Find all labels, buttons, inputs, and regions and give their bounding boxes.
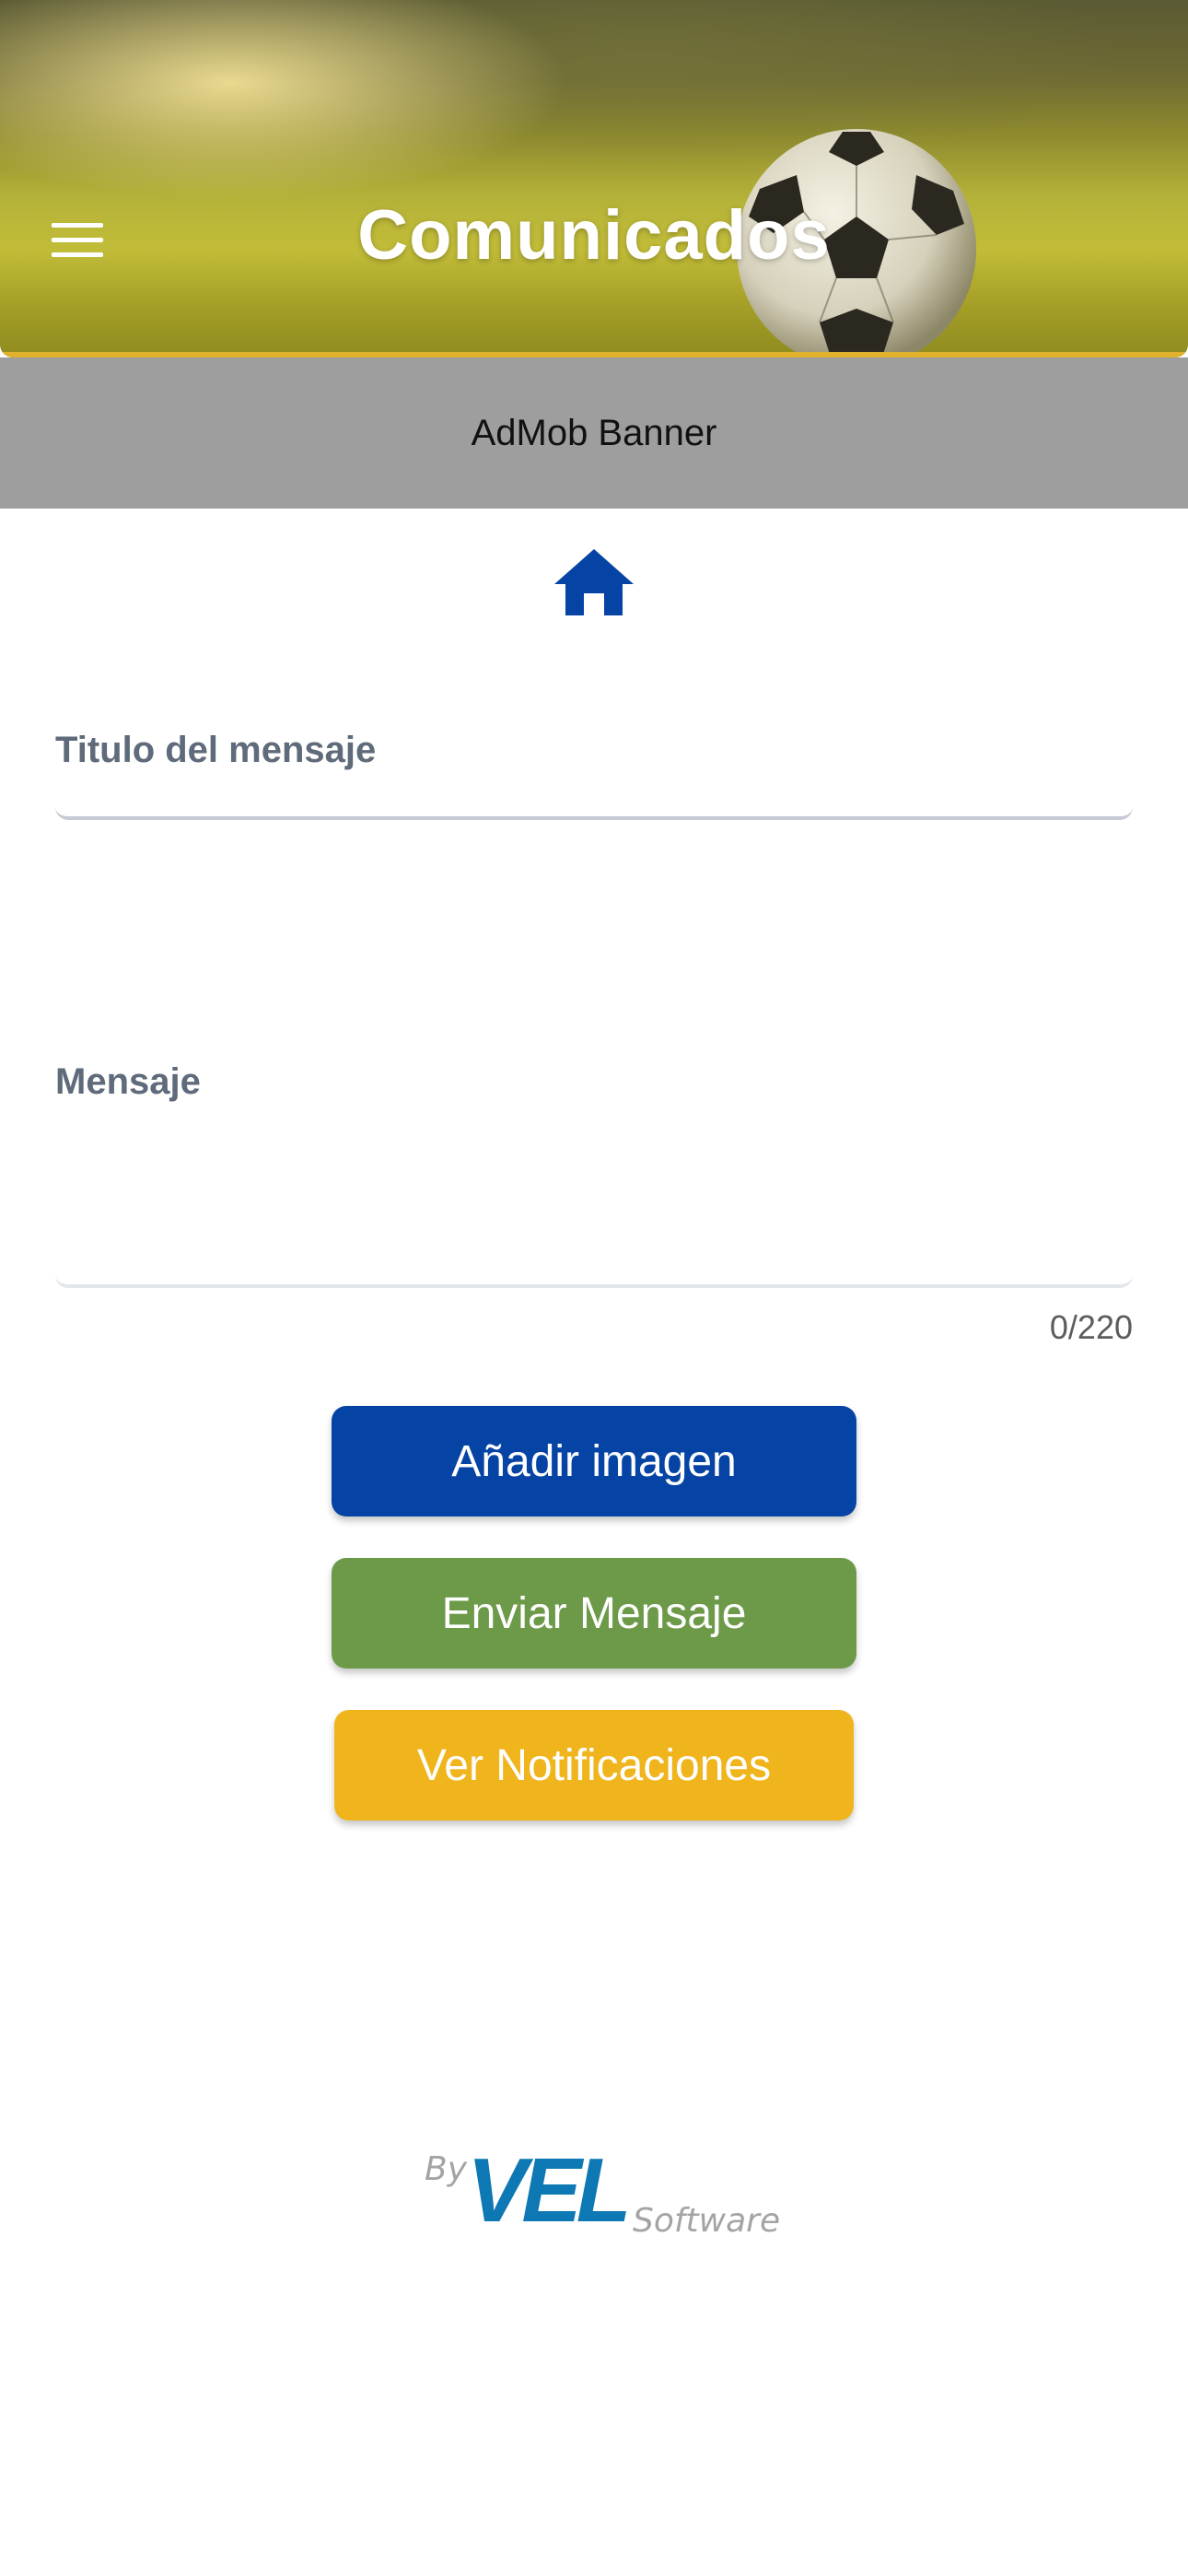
vel-software-logo: By VEL Software	[419, 2137, 780, 2248]
send-message-button[interactable]: Enviar Mensaje	[332, 1558, 856, 1669]
home-icon[interactable]	[553, 545, 635, 619]
character-counter: 0/220	[1049, 1308, 1133, 1346]
view-notifications-button[interactable]: Ver Notificaciones	[334, 1710, 854, 1821]
message-field[interactable]: Mensaje	[55, 1032, 1133, 1288]
logo-brand-text: VEL	[467, 2139, 632, 2241]
logo-software-text: Software	[633, 2202, 781, 2240]
logo-by-text: By	[425, 2150, 468, 2188]
header-banner: Comunicados	[0, 0, 1188, 357]
ad-banner-label: AdMob Banner	[471, 412, 717, 453]
page-title: Comunicados	[357, 196, 831, 275]
message-textarea[interactable]	[55, 1032, 1133, 1284]
title-input[interactable]	[55, 700, 1133, 816]
add-image-button[interactable]: Añadir imagen	[332, 1406, 856, 1516]
title-field[interactable]: Titulo del mensaje	[55, 700, 1133, 820]
app-screen: Comunicados AdMob Banner Titulo del mens…	[0, 0, 1188, 2576]
ad-banner[interactable]: AdMob Banner	[0, 357, 1188, 509]
